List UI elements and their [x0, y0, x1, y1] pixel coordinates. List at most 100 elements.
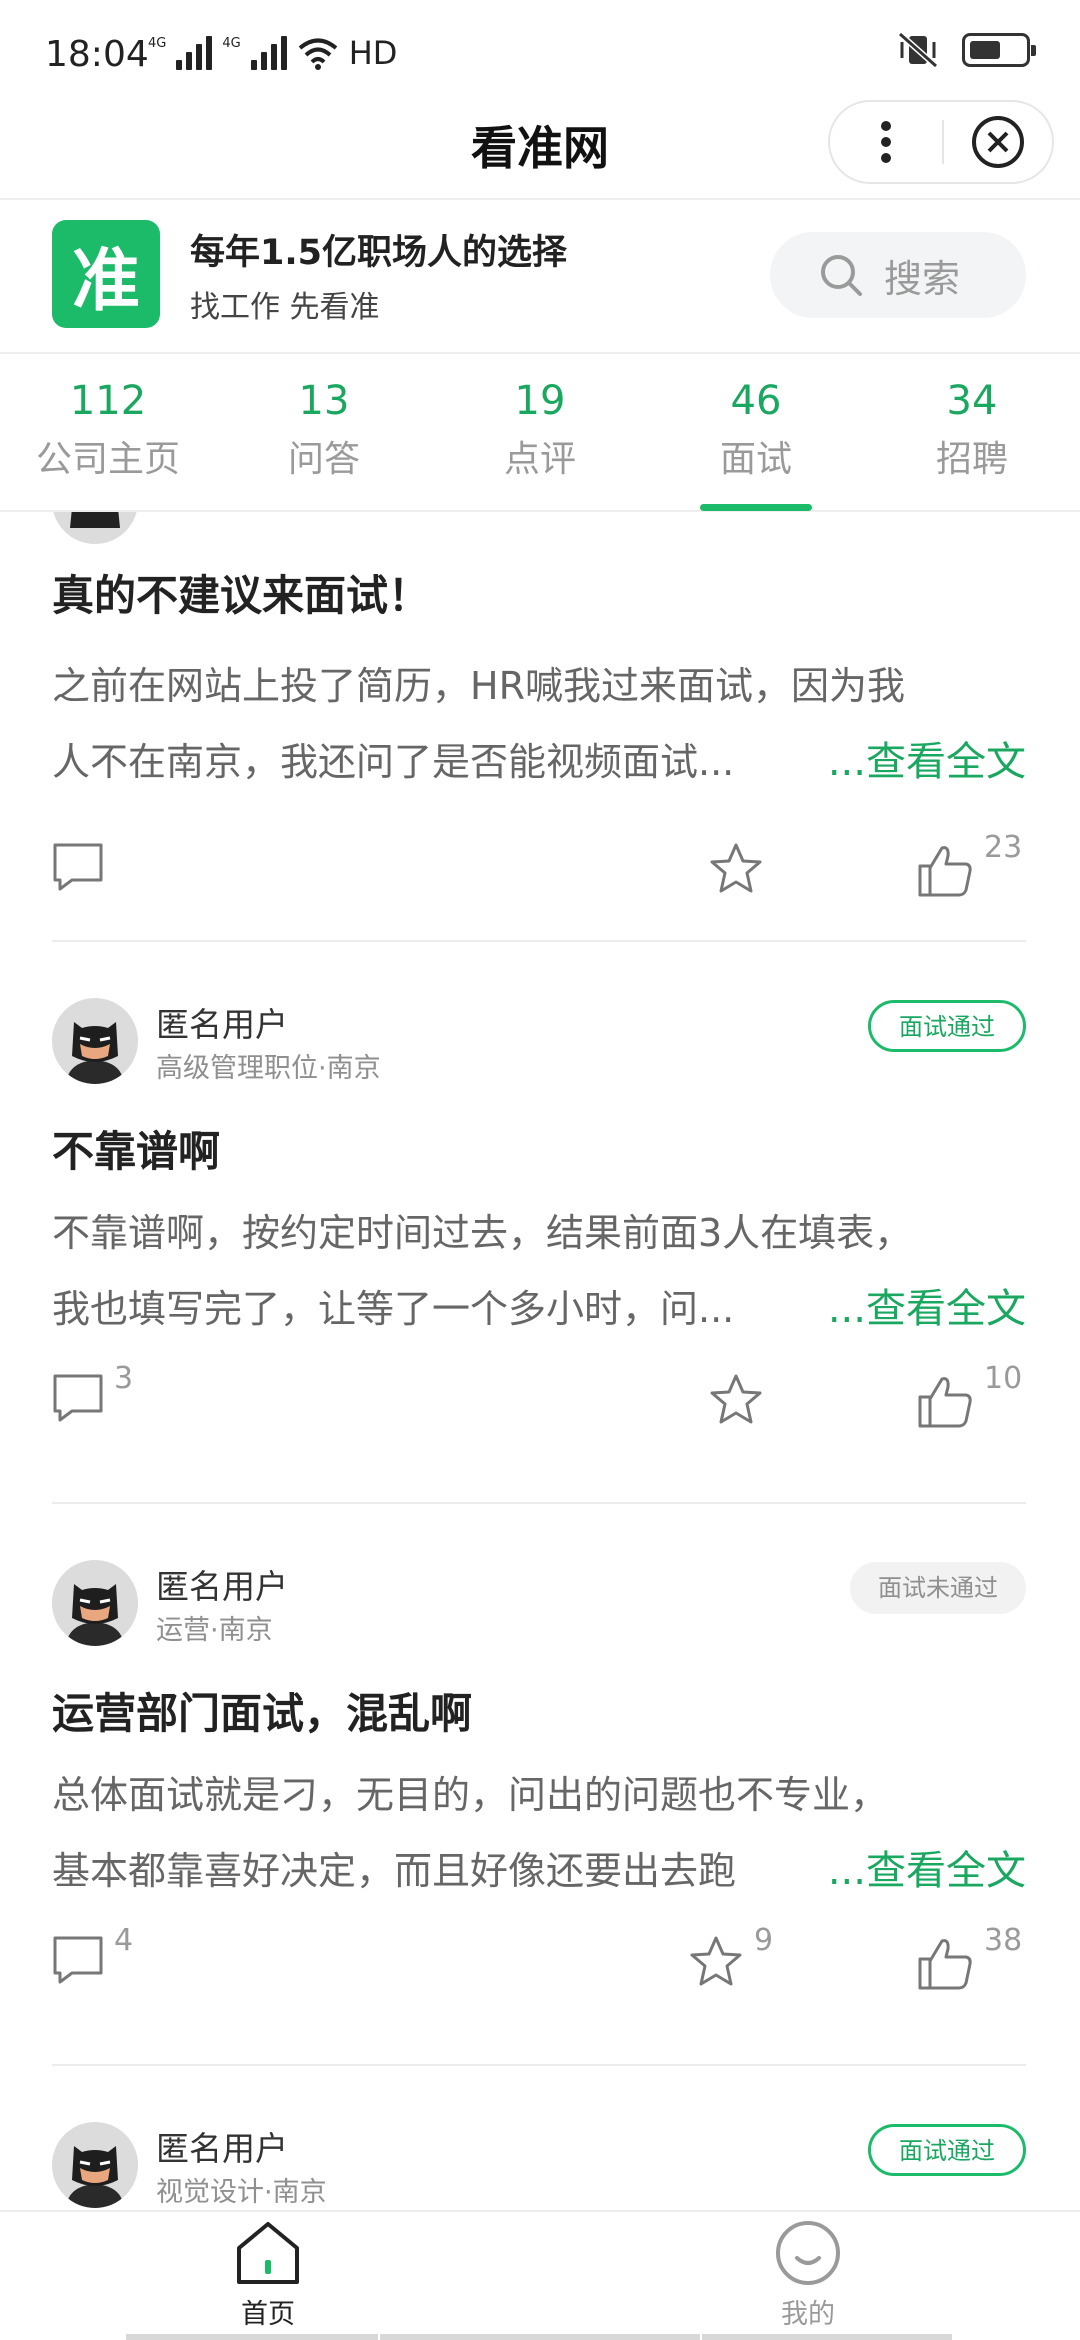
- user-position: 视觉设计·南京: [156, 2177, 327, 2208]
- nav-label: 首页: [241, 2299, 295, 2330]
- more-vertical-icon: [881, 121, 891, 163]
- thumbs-up-icon: [918, 846, 972, 897]
- signal-icon: [250, 36, 287, 70]
- thumbs-up-icon: [918, 1377, 972, 1428]
- post-body: 总体面试就是刁，无目的，问出的问题也不专业， 基本都靠喜好决定，而且好像还要出去…: [52, 1757, 1026, 1909]
- post-author: 匿名用户 高级管理职位·南京 面试通过: [52, 998, 1026, 1088]
- interview-result-badge: 面试未通过: [850, 1562, 1026, 1614]
- search-icon: [821, 255, 862, 296]
- comment-button[interactable]: 4: [52, 1923, 133, 1985]
- read-more-link[interactable]: ...查看全文: [783, 1833, 1026, 1909]
- network-indicators: 4G 4G HD: [148, 34, 397, 72]
- tab-label: 招聘: [935, 439, 1008, 480]
- interview-result-badge: 面试通过: [868, 1000, 1026, 1052]
- user-position: 高级管理职位·南京: [156, 1053, 381, 1084]
- brand-subslogan: 找工作 先看准: [190, 290, 380, 325]
- post-actions: 3 10: [52, 1361, 1026, 1443]
- status-time: 18:04: [45, 34, 149, 75]
- tab-count: 34: [946, 378, 998, 424]
- tab-qa[interactable]: 13 问答: [216, 356, 432, 510]
- post-body: 不靠谱啊，按约定时间过去，结果前面3人在填表， 我也填写完了，让等了一个多小时，…: [52, 1195, 1026, 1347]
- avatar: [52, 1560, 138, 1646]
- company-tabs: 112 公司主页 13 问答 19 点评 46 面试 34 招聘: [0, 356, 1080, 512]
- post-actions: 4 9 38: [52, 1923, 1026, 2005]
- post-divider: [52, 1502, 1026, 1504]
- read-more-link[interactable]: ...查看全文: [783, 724, 1026, 800]
- read-more-link[interactable]: ...查看全文: [783, 1271, 1026, 1347]
- nav-profile[interactable]: 我的: [708, 2220, 908, 2331]
- avatar: [52, 512, 138, 544]
- wifi-icon: [298, 38, 337, 70]
- search-placeholder: 搜索: [884, 256, 961, 301]
- interview-result-badge: 面试通过: [868, 2124, 1026, 2176]
- tab-label: 面试: [719, 439, 792, 480]
- gesture-bar: [380, 2334, 700, 2340]
- more-button[interactable]: [830, 102, 942, 182]
- post-body-line: 不靠谱啊，按约定时间过去，结果前面3人在填表，: [52, 1211, 913, 1255]
- comment-count: 4: [114, 1923, 134, 1958]
- close-button[interactable]: [944, 102, 1052, 182]
- comment-button[interactable]: 3: [52, 1361, 133, 1423]
- star-icon: [710, 843, 762, 893]
- comment-icon: [53, 843, 103, 891]
- post-author: 匿名用户 运营·南京 面试未通过: [52, 1560, 1026, 1650]
- tab-label: 点评: [503, 439, 576, 480]
- user-name: 匿名用户: [156, 1567, 288, 1606]
- brand-header: 准 每年1.5亿职场人的选择 找工作 先看准 搜索: [0, 202, 1080, 354]
- user-name: 匿名用户: [156, 1005, 288, 1044]
- signal-icon: [176, 36, 213, 70]
- tab-company-home[interactable]: 112 公司主页: [0, 356, 216, 510]
- favorite-button[interactable]: [708, 1373, 774, 1427]
- thumbs-up-icon: [918, 1939, 972, 1990]
- favorite-button[interactable]: [708, 842, 774, 896]
- home-icon: [237, 2222, 299, 2284]
- nav-label: 我的: [781, 2299, 835, 2330]
- tab-label: 公司主页: [35, 439, 180, 480]
- post-actions: 23: [52, 830, 1026, 912]
- interview-post[interactable]: 匿名用户 高级管理职位·南京 面试通过 不靠谱啊 不靠谱啊，按约定时间过去，结果…: [52, 998, 1026, 1443]
- tab-label: 问答: [287, 439, 360, 480]
- tab-count: 46: [730, 378, 782, 424]
- vibrate-mute-icon: [898, 31, 938, 69]
- comment-button[interactable]: [52, 842, 114, 892]
- interview-post[interactable]: 匿名用户 运营·南京 面试未通过 运营部门面试，混乱啊 总体面试就是刁，无目的，…: [52, 1560, 1026, 2005]
- post-title: 真的不建议来面试！: [52, 571, 431, 620]
- title-bar: 看准网: [0, 100, 1080, 200]
- nav-home[interactable]: 首页: [168, 2220, 368, 2331]
- interview-feed[interactable]: 真的不建议来面试！ 之前在网站上投了简历，HR喊我过来面试，因为我 人不在南京，…: [0, 512, 1080, 2210]
- hd-voice-label: HD: [348, 34, 398, 72]
- interview-post[interactable]: 匿名用户 视觉设计·南京 面试通过: [52, 2122, 1026, 2210]
- bottom-navigation: 首页 我的: [0, 2210, 1080, 2340]
- post-title: 运营部门面试，混乱啊: [52, 1689, 473, 1738]
- tab-reviews[interactable]: 19 点评: [432, 356, 648, 510]
- favorite-button[interactable]: 9: [688, 1923, 773, 1989]
- post-divider: [52, 940, 1026, 942]
- user-position: 运营·南京: [156, 1615, 273, 1646]
- favorite-count: 9: [754, 1923, 774, 1958]
- brand-slogan: 每年1.5亿职场人的选择: [190, 233, 568, 273]
- search-input[interactable]: 搜索: [770, 232, 1026, 318]
- tab-count: 112: [69, 378, 147, 424]
- mini-program-capsule: [828, 100, 1054, 184]
- post-title: 不靠谱啊: [52, 1127, 221, 1176]
- comment-count: 3: [114, 1361, 134, 1396]
- comment-icon: [53, 1936, 103, 1984]
- like-button[interactable]: 10: [916, 1361, 1022, 1429]
- post-divider: [52, 2064, 1026, 2066]
- tab-count: 13: [298, 378, 350, 424]
- like-count: 38: [984, 1923, 1023, 1958]
- gesture-bar: [702, 2334, 952, 2340]
- like-count: 23: [984, 830, 1023, 865]
- tab-jobs[interactable]: 34 招聘: [864, 356, 1080, 510]
- post-body-line: 总体面试就是刁，无目的，问出的问题也不专业，: [52, 1773, 889, 1817]
- gesture-bar: [126, 2334, 378, 2340]
- user-name: 匿名用户: [156, 2129, 288, 2168]
- star-icon: [690, 1936, 742, 1986]
- active-tab-indicator: [700, 504, 812, 511]
- avatar: [52, 998, 138, 1084]
- like-button[interactable]: 23: [916, 830, 1022, 898]
- status-bar: 18:04 4G 4G HD: [0, 0, 1080, 100]
- like-button[interactable]: 38: [916, 1923, 1022, 1991]
- tab-interviews[interactable]: 46 面试: [648, 356, 864, 511]
- avatar: [52, 2122, 138, 2208]
